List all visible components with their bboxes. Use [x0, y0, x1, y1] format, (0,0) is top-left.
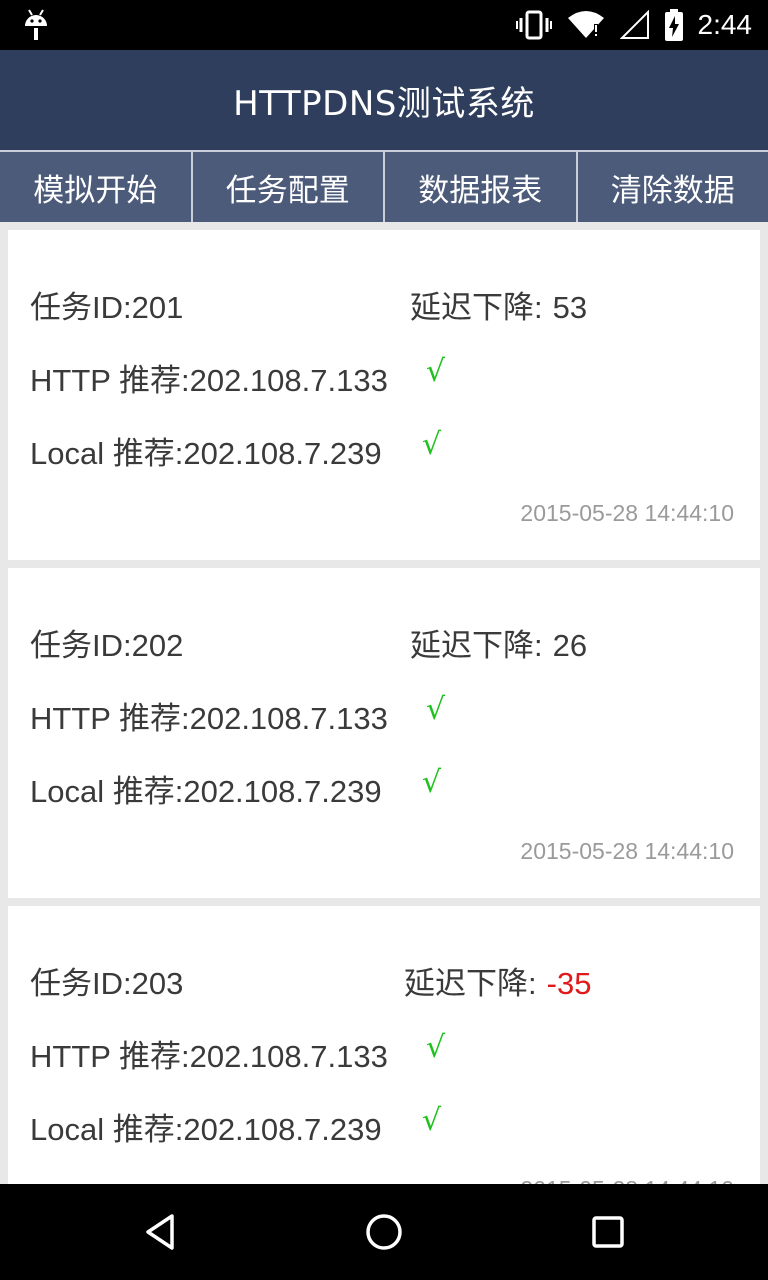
http-recommend: HTTP 推荐:202.108.7.133: [30, 701, 388, 736]
timestamp: 2015-05-28 14:44:10: [520, 1176, 734, 1184]
task-id: 任务ID:201: [30, 290, 184, 325]
status-bar: 2:44: [0, 0, 768, 50]
tab-clear-data[interactable]: 清除数据: [578, 152, 768, 222]
task-id: 任务ID:202: [30, 628, 184, 663]
http-check-icon: √: [426, 1030, 446, 1065]
task-card[interactable]: 任务ID:203 延迟下降: -35 HTTP 推荐:202.108.7.133 …: [8, 906, 760, 1184]
local-check-icon: √: [422, 765, 442, 800]
battery-charging-icon: [664, 9, 683, 41]
recents-icon: [592, 1216, 624, 1248]
app-title: HTTPDNS测试系统: [233, 83, 535, 124]
delay-row: 延迟下降: 26: [410, 620, 587, 665]
delay-label: 延迟下降:: [404, 966, 537, 1001]
task-card[interactable]: 任务ID:201 延迟下降: 53 HTTP 推荐:202.108.7.133 √…: [8, 230, 760, 560]
tab-bar: 模拟开始 任务配置 数据报表 清除数据: [0, 150, 768, 222]
wifi-icon: [567, 11, 604, 38]
cell-signal-icon: [619, 10, 649, 39]
delay-value: 26: [552, 628, 588, 663]
tab-start-simulation[interactable]: 模拟开始: [0, 152, 193, 222]
tab-task-config[interactable]: 任务配置: [193, 152, 385, 222]
status-icons: 2:44: [515, 0, 753, 50]
delay-value: -35: [546, 966, 592, 1001]
delay-label: 延迟下降:: [410, 628, 543, 663]
task-id: 任务ID:203: [30, 966, 184, 1001]
android-debug-icon: [25, 9, 47, 40]
local-recommend: Local 推荐:202.108.7.239: [30, 774, 382, 809]
recents-button[interactable]: [578, 1202, 638, 1262]
system-nav-bar: [0, 1184, 768, 1280]
http-recommend: HTTP 推荐:202.108.7.133: [30, 363, 388, 398]
home-icon: [366, 1214, 402, 1250]
http-check-icon: √: [426, 354, 446, 389]
delay-row: 延迟下降: 53: [410, 282, 587, 327]
local-check-icon: √: [422, 427, 442, 462]
local-check-icon: √: [422, 1103, 442, 1138]
task-card[interactable]: 任务ID:202 延迟下降: 26 HTTP 推荐:202.108.7.133 √…: [8, 568, 760, 898]
vibrate-icon: [515, 10, 552, 40]
http-check-icon: √: [426, 692, 446, 727]
delay-label: 延迟下降:: [410, 290, 543, 325]
home-button[interactable]: [354, 1202, 414, 1262]
app-bar: HTTPDNS测试系统: [0, 50, 768, 150]
task-list[interactable]: 任务ID:201 延迟下降: 53 HTTP 推荐:202.108.7.133 √…: [0, 222, 768, 1184]
back-button[interactable]: [130, 1202, 190, 1262]
timestamp: 2015-05-28 14:44:10: [520, 500, 734, 526]
http-recommend: HTTP 推荐:202.108.7.133: [30, 1039, 388, 1074]
tab-data-report[interactable]: 数据报表: [385, 152, 578, 222]
delay-value: 53: [552, 290, 588, 325]
screen: 2:44 HTTPDNS测试系统 模拟开始 任务配置 数据报表 清除数据 任务I…: [0, 0, 768, 1280]
timestamp: 2015-05-28 14:44:10: [520, 838, 734, 864]
status-time: 2:44: [697, 9, 753, 40]
local-recommend: Local 推荐:202.108.7.239: [30, 436, 382, 471]
local-recommend: Local 推荐:202.108.7.239: [30, 1112, 382, 1147]
delay-row: 延迟下降: -35: [404, 958, 591, 1003]
back-icon: [146, 1214, 174, 1250]
